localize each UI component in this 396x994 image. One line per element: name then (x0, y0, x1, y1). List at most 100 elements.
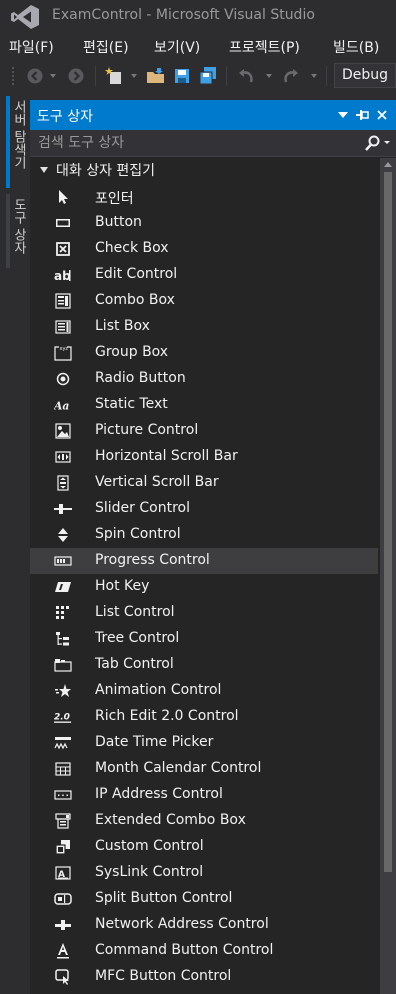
toolbox-item-syslink[interactable]: A SysLink Control (30, 860, 378, 886)
toolbox-item-label: Custom Control (95, 838, 204, 854)
solution-configuration-dropdown[interactable]: Debug (334, 63, 396, 88)
toolbox-item-spin[interactable]: Spin Control (30, 522, 378, 548)
toolbox-item-label: Network Address Control (95, 916, 269, 932)
toolbox-item-label: Spin Control (95, 526, 181, 542)
menu-edit[interactable]: 편집(E) (83, 37, 129, 57)
redo-dropdown-icon[interactable] (311, 74, 317, 78)
toolbox-item-progress[interactable]: Progress Control (30, 548, 378, 574)
new-project-icon[interactable] (105, 66, 125, 86)
slider-icon (54, 500, 72, 518)
toolbox-item-hotkey[interactable]: Hot Key (30, 574, 378, 600)
redo-icon[interactable] (281, 66, 301, 86)
toolbox-item-groupbox[interactable]: xyz Group Box (30, 340, 378, 366)
toolbox-item-checkbox[interactable]: Check Box (30, 236, 378, 262)
toolbox-item-custom[interactable]: Custom Control (30, 834, 378, 860)
navigate-back-dropdown-icon[interactable] (50, 74, 56, 78)
toolbox-item-label: Command Button Control (95, 942, 274, 958)
toolbox-item-button[interactable]: Button (30, 210, 378, 236)
vertical-scrollbar[interactable] (380, 158, 396, 994)
toolbox-item-edit[interactable]: ab Edit Control (30, 262, 378, 288)
search-input[interactable] (38, 134, 348, 152)
side-tab-toolbox[interactable]: 도구 상자 (6, 194, 28, 268)
side-tab-strip: 서버 탐색기 도구 상자 (0, 96, 30, 994)
syslink-icon: A (54, 864, 72, 882)
toolbox-item-command[interactable]: Command Button Control (30, 938, 378, 964)
svg-text:xyz: xyz (60, 346, 69, 352)
toolbox-item-hscroll[interactable]: Horizontal Scroll Bar (30, 444, 378, 470)
toolbox-item-label: MFC Button Control (95, 968, 232, 984)
scroll-thumb[interactable] (384, 172, 392, 872)
toolbox-item-extcombo[interactable]: Extended Combo Box (30, 808, 378, 834)
richedit-icon: 2.0 (54, 708, 72, 726)
toolbox-item-list: 포인터 Button Check Box ab Edit Control Combo Bo… (30, 184, 378, 990)
auto-hide-pin-icon[interactable] (353, 106, 371, 124)
command-icon (54, 942, 72, 960)
toolbox-item-label: Slider Control (95, 500, 190, 516)
toolbox-item-richedit[interactable]: 2.0 Rich Edit 2.0 Control (30, 704, 378, 730)
toolbox-item-combobox[interactable]: Combo Box (30, 288, 378, 314)
toolbox-item-mfcbutton[interactable]: MFC Button Control (30, 964, 378, 990)
search-icon[interactable] (362, 134, 392, 154)
navigate-back-icon[interactable] (25, 66, 45, 86)
menu-view[interactable]: 보기(V) (154, 37, 200, 57)
radio-icon (54, 370, 72, 388)
toolbox-item-tree[interactable]: Tree Control (30, 626, 378, 652)
toolbox-item-listbox[interactable]: List Box (30, 314, 378, 340)
save-icon[interactable] (172, 66, 192, 86)
toolbox-item-label: Split Button Control (95, 890, 233, 906)
scroll-up-arrow-icon[interactable] (384, 162, 392, 167)
side-tab-label: 도구 상자 (11, 198, 26, 255)
animation-icon (54, 682, 72, 700)
toolbox-item-pointer[interactable]: 포인터 (30, 184, 378, 210)
toolbox-group-header[interactable]: 대화 상자 편집기 (30, 158, 380, 184)
ipaddress-icon (54, 786, 72, 804)
toolbox-header[interactable]: 도구 상자 (30, 100, 396, 130)
navigate-forward-icon[interactable] (66, 66, 86, 86)
toolbox-item-label: List Box (95, 318, 150, 334)
toolbar-grip[interactable] (11, 66, 15, 86)
visual-studio-logo-icon (11, 5, 39, 29)
toolbar-separator (326, 66, 327, 86)
menu-file[interactable]: 파일(F) (9, 37, 54, 57)
toolbox-item-vscroll[interactable]: Vertical Scroll Bar (30, 470, 378, 496)
toolbox-item-slider[interactable]: Slider Control (30, 496, 378, 522)
new-project-dropdown-icon[interactable] (131, 74, 137, 78)
toolbox-item-datetime[interactable]: Date Time Picker (30, 730, 378, 756)
menu-build[interactable]: 빌드(B) (333, 37, 379, 57)
toolbox-item-label: Radio Button (95, 370, 186, 386)
window-position-dropdown-icon[interactable] (334, 106, 352, 124)
collapse-arrow-icon[interactable] (40, 167, 48, 173)
toolbar-separator (95, 66, 96, 86)
toolbar-separator (226, 66, 227, 86)
toolbox-item-label: Edit Control (95, 266, 178, 282)
toolbox-item-splitbutton[interactable]: Split Button Control (30, 886, 378, 912)
open-file-icon[interactable] (146, 66, 166, 86)
title-bar: ExamControl - Microsoft Visual Studio (0, 0, 396, 34)
mfcbutton-icon (54, 968, 72, 986)
window-title: ExamControl - Microsoft Visual Studio (52, 7, 315, 23)
toolbox-panel: 도구 상자 대화 상자 편집기 포인터 Button Check Box ab Edit… (30, 100, 396, 994)
toolbox-item-label: Group Box (95, 344, 169, 360)
toolbox-item-netaddress[interactable]: Network Address Control (30, 912, 378, 938)
toolbox-item-ipaddress[interactable]: IP Address Control (30, 782, 378, 808)
toolbox-item-tab[interactable]: Tab Control (30, 652, 378, 678)
undo-icon[interactable] (236, 66, 256, 86)
toolbox-item-picture[interactable]: Picture Control (30, 418, 378, 444)
toolbox-item-statictext[interactable]: Aa Static Text (30, 392, 378, 418)
save-all-icon[interactable] (198, 66, 218, 86)
toolbox-item-label: Tab Control (95, 656, 174, 672)
toolbox-item-animation[interactable]: Animation Control (30, 678, 378, 704)
toolbox-item-listcontrol[interactable]: List Control (30, 600, 378, 626)
toolbox-item-label: Horizontal Scroll Bar (95, 448, 238, 464)
toolbox-item-calendar[interactable]: Month Calendar Control (30, 756, 378, 782)
toolbox-search-bar (30, 130, 396, 157)
side-tab-server-explorer[interactable]: 서버 탐색기 (6, 96, 28, 188)
toolbox-item-radio[interactable]: Radio Button (30, 366, 378, 392)
hscroll-icon (54, 448, 72, 466)
undo-dropdown-icon[interactable] (266, 74, 272, 78)
menu-project[interactable]: 프로젝트(P) (229, 37, 300, 57)
svg-text:ab: ab (54, 269, 71, 282)
close-icon[interactable] (373, 106, 391, 124)
spin-icon (54, 526, 72, 544)
group-label: 대화 상자 편집기 (56, 163, 156, 179)
